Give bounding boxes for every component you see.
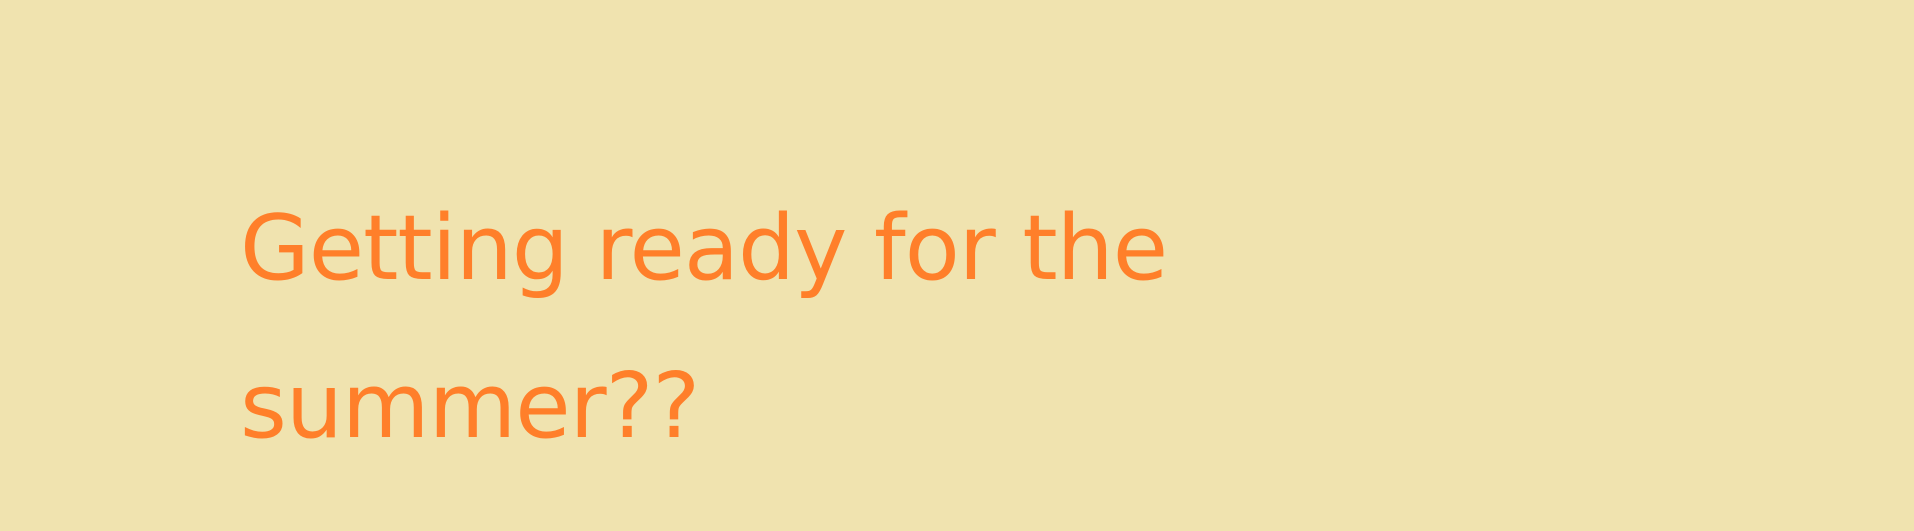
headline-line-1: Getting ready for the <box>240 196 1168 301</box>
headline-line-2: summer?? <box>240 354 700 459</box>
banner: Getting ready for the summer?? <box>0 0 1914 531</box>
headline: Getting ready for the summer?? <box>240 170 1800 486</box>
